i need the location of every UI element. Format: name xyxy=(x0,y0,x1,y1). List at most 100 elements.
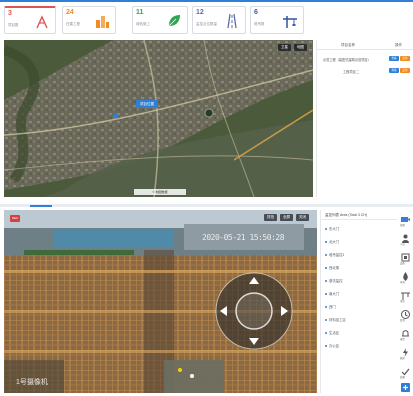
rail-label: 环境 xyxy=(400,281,405,284)
rail-label: 塔吊 xyxy=(400,300,405,303)
stat-card-cranes[interactable]: 6 塔吊数 xyxy=(250,6,304,34)
environment-module-icon[interactable]: 环境 xyxy=(400,269,411,284)
fullscreen-button[interactable]: 全屏 xyxy=(280,214,293,221)
view-button[interactable]: 查看 xyxy=(389,56,399,61)
view-button[interactable]: 查看 xyxy=(389,68,399,73)
map-attribution: © 地图数据 xyxy=(134,189,186,195)
camera-list-title: 监控列表 Area (Total 3 CH) xyxy=(325,213,368,217)
stat-value: 12 xyxy=(196,9,204,16)
map-satellite-button[interactable]: 卫星 xyxy=(278,44,291,51)
building-icon xyxy=(96,16,109,28)
stat-value: 6 xyxy=(254,9,258,16)
map-road-button[interactable]: 地图 xyxy=(294,44,307,51)
row-project-name: 工程项目二 xyxy=(343,70,359,74)
active-tab-indicator xyxy=(30,205,52,207)
status-dot-icon xyxy=(325,293,327,295)
list-item[interactable]: 西北角 xyxy=(321,262,397,273)
record-indicator: REC xyxy=(10,215,20,222)
list-item[interactable]: 南大门 xyxy=(321,288,397,299)
stat-label: 绿色施工 xyxy=(136,22,150,26)
energy-module-icon[interactable]: 能耗 xyxy=(400,345,411,360)
module-icon-rail: 视频 人员 设备 环境 塔吊 监测 报警 能耗 质量 xyxy=(398,210,413,393)
snapshot-button[interactable]: 抓拍 xyxy=(264,214,277,221)
camera-caption: 1号摄像机 xyxy=(16,379,48,386)
project-table: 项目名称 操作 示范工程（装配式建筑示范项目） 查看 定位 工程项目二 查看 定… xyxy=(316,40,413,197)
map-marker-label[interactable]: 项目位置 xyxy=(136,100,158,108)
list-item[interactable]: 西门 xyxy=(321,301,397,312)
locate-button[interactable]: 定位 xyxy=(400,56,410,61)
stat-label: 塔吊数 xyxy=(254,22,265,26)
top-accent-line xyxy=(0,0,413,2)
row-project-name: 示范工程（装配式建筑示范项目） xyxy=(323,58,371,62)
table-header: 项目名称 操作 xyxy=(317,40,413,50)
list-item[interactable]: 材料加工区 xyxy=(321,314,397,325)
rail-label: 人员 xyxy=(400,243,405,246)
stat-label: 在建工程 xyxy=(66,22,80,26)
camera-name: 材料加工区 xyxy=(329,318,346,322)
status-dot-icon xyxy=(325,280,327,282)
column-project-name: 项目名称 xyxy=(341,43,355,47)
monitor-module-icon[interactable]: 监测 xyxy=(400,307,411,322)
close-video-button[interactable]: 关闭 xyxy=(296,214,309,221)
video-toolbar: 抓拍 全屏 关闭 xyxy=(264,214,309,221)
camera-name: 西北角 xyxy=(329,266,340,270)
camera-name: 东大门 xyxy=(329,227,340,231)
road-icon xyxy=(227,13,237,29)
stat-card-projects[interactable]: 3 项目数 xyxy=(4,6,56,34)
list-item[interactable]: 办公区 xyxy=(321,340,397,351)
stat-card-green[interactable]: 11 绿色施工 xyxy=(132,6,188,34)
dashboard-page: 3 项目数 24 在建工程 11 绿色施工 12 监控点位数量 6 塔吊数 卫星… xyxy=(0,0,413,396)
section-divider xyxy=(0,204,413,207)
camera-name: 基坑监控 xyxy=(329,279,343,283)
map-imagery xyxy=(4,40,313,197)
camera-list-header: 监控列表 Area (Total 3 CH) xyxy=(321,210,397,220)
camera-name: 南大门 xyxy=(329,292,340,296)
stat-value: 11 xyxy=(136,9,144,16)
status-dot-icon xyxy=(325,228,327,230)
table-row[interactable]: 示范工程（装配式建筑示范项目） 查看 定位 xyxy=(317,54,413,64)
stat-card-buildings[interactable]: 24 在建工程 xyxy=(62,6,116,34)
status-dot-icon xyxy=(325,241,327,243)
safety-module-icon[interactable]: 安全 xyxy=(400,380,411,392)
rail-label: 质量 xyxy=(400,376,405,379)
camera-name: 西门 xyxy=(329,305,336,309)
crane-module-icon[interactable]: 塔吊 xyxy=(400,288,411,303)
satellite-map[interactable]: 卫星 地图 项目位置 © 地图数据 xyxy=(4,40,313,197)
video-timestamp: 2020-05-21 15:50:28 xyxy=(202,233,285,242)
stat-value: 24 xyxy=(66,9,74,16)
leaf-icon xyxy=(168,15,180,27)
device-module-icon[interactable]: 设备 xyxy=(400,250,411,265)
list-item[interactable]: 东大门 xyxy=(321,223,397,234)
column-action: 操作 xyxy=(395,43,402,47)
stat-label: 项目数 xyxy=(8,23,19,27)
status-dot-icon xyxy=(325,345,327,347)
stat-cards: 3 项目数 24 在建工程 11 绿色施工 12 监控点位数量 6 塔吊数 xyxy=(4,6,304,34)
ptz-control[interactable] xyxy=(214,271,294,351)
list-item[interactable]: 北大门 xyxy=(321,236,397,247)
rail-label: 报警 xyxy=(400,338,405,341)
camera-name: 塔吊监控1 xyxy=(329,253,345,257)
camera-list: 监控列表 Area (Total 3 CH) 东大门 北大门 塔吊监控1 西北角… xyxy=(320,210,397,393)
rail-label: 能耗 xyxy=(400,357,405,360)
locate-button[interactable]: 定位 xyxy=(400,68,410,73)
status-dot-icon xyxy=(325,332,327,334)
tower-crane-icon xyxy=(283,16,297,28)
status-dot-icon xyxy=(325,306,327,308)
list-item[interactable]: 基坑监控 xyxy=(321,275,397,286)
rail-label: 设备 xyxy=(400,262,405,265)
stat-card-cameras[interactable]: 12 监控点位数量 xyxy=(192,6,246,34)
video-module-icon[interactable]: 视频 xyxy=(400,212,411,227)
quality-module-icon[interactable]: 质量 xyxy=(400,364,411,379)
rail-label: 监测 xyxy=(400,319,405,322)
rail-label: 视频 xyxy=(400,224,405,227)
table-row[interactable]: 工程项目二 查看 定位 xyxy=(317,66,413,76)
map-toolbar: 卫星 地图 xyxy=(278,44,307,51)
list-item[interactable]: 生活区 xyxy=(321,327,397,338)
stat-value: 3 xyxy=(8,10,12,17)
list-item[interactable]: 塔吊监控1 xyxy=(321,249,397,260)
people-module-icon[interactable]: 人员 xyxy=(400,231,411,246)
alarm-module-icon[interactable]: 报警 xyxy=(400,326,411,341)
stat-label: 监控点位数量 xyxy=(196,22,217,26)
camera-name: 北大门 xyxy=(329,240,340,244)
status-dot-icon xyxy=(325,267,327,269)
